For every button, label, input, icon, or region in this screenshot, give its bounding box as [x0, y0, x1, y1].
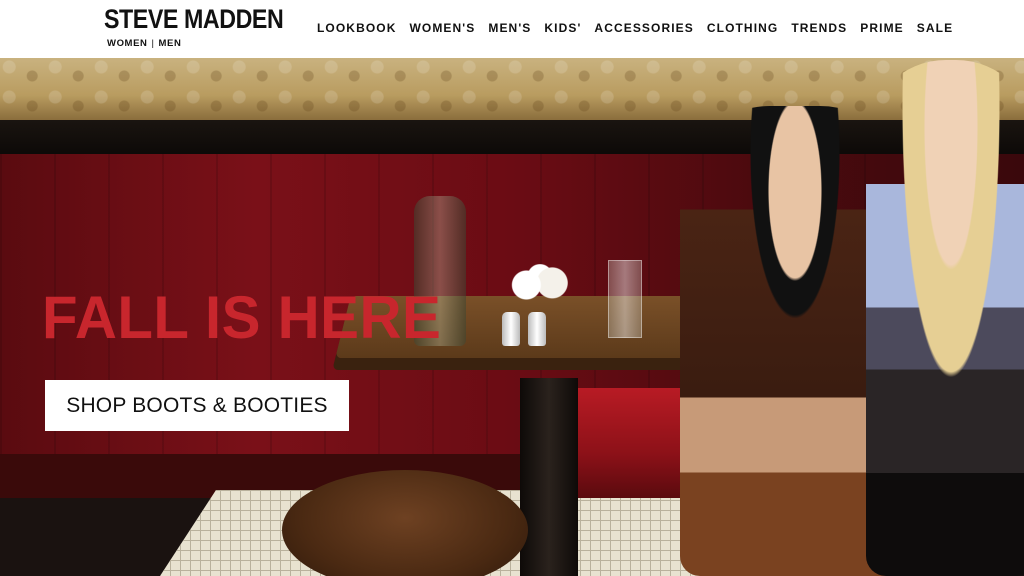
- nav-womens[interactable]: WOMEN'S: [409, 20, 475, 36]
- site-header: STEVE MADDEN WOMEN | MEN LOOKBOOK WOMEN'S …: [0, 0, 1024, 58]
- link-separator: |: [151, 38, 155, 49]
- gender-links: WOMEN | MEN: [107, 38, 181, 49]
- nav-clothing[interactable]: CLOTHING: [707, 20, 778, 36]
- hero-table-leg: [520, 378, 578, 576]
- nav-prime[interactable]: PRIME: [860, 20, 904, 36]
- nav-sale[interactable]: SALE: [917, 20, 953, 36]
- steve-madden-logo[interactable]: STEVE MADDEN: [104, 4, 284, 35]
- hero-stool: [282, 470, 528, 576]
- nav-lookbook[interactable]: LOOKBOOK: [317, 20, 396, 36]
- men-link[interactable]: MEN: [159, 38, 182, 49]
- shop-boots-button[interactable]: SHOP BOOTS & BOOTIES: [45, 380, 349, 431]
- hero-headline: FALL IS HERE: [42, 284, 442, 351]
- women-link[interactable]: WOMEN: [107, 38, 147, 49]
- nav-accessories[interactable]: ACCESSORIES: [594, 20, 693, 36]
- hero-banner[interactable]: FALL IS HERE SHOP BOOTS & BOOTIES: [0, 58, 1024, 576]
- main-nav: LOOKBOOK WOMEN'S MEN'S KIDS' ACCESSORIES…: [317, 20, 953, 36]
- hero-glass: [608, 260, 642, 338]
- nav-trends[interactable]: TRENDS: [791, 20, 847, 36]
- hero-pepper-shaker: [528, 312, 546, 346]
- nav-mens[interactable]: MEN'S: [488, 20, 531, 36]
- nav-kids[interactable]: KIDS': [544, 20, 581, 36]
- hero-flowers: [506, 264, 574, 306]
- hero-salt-shaker: [502, 312, 520, 346]
- hero-model-right: [866, 60, 1024, 576]
